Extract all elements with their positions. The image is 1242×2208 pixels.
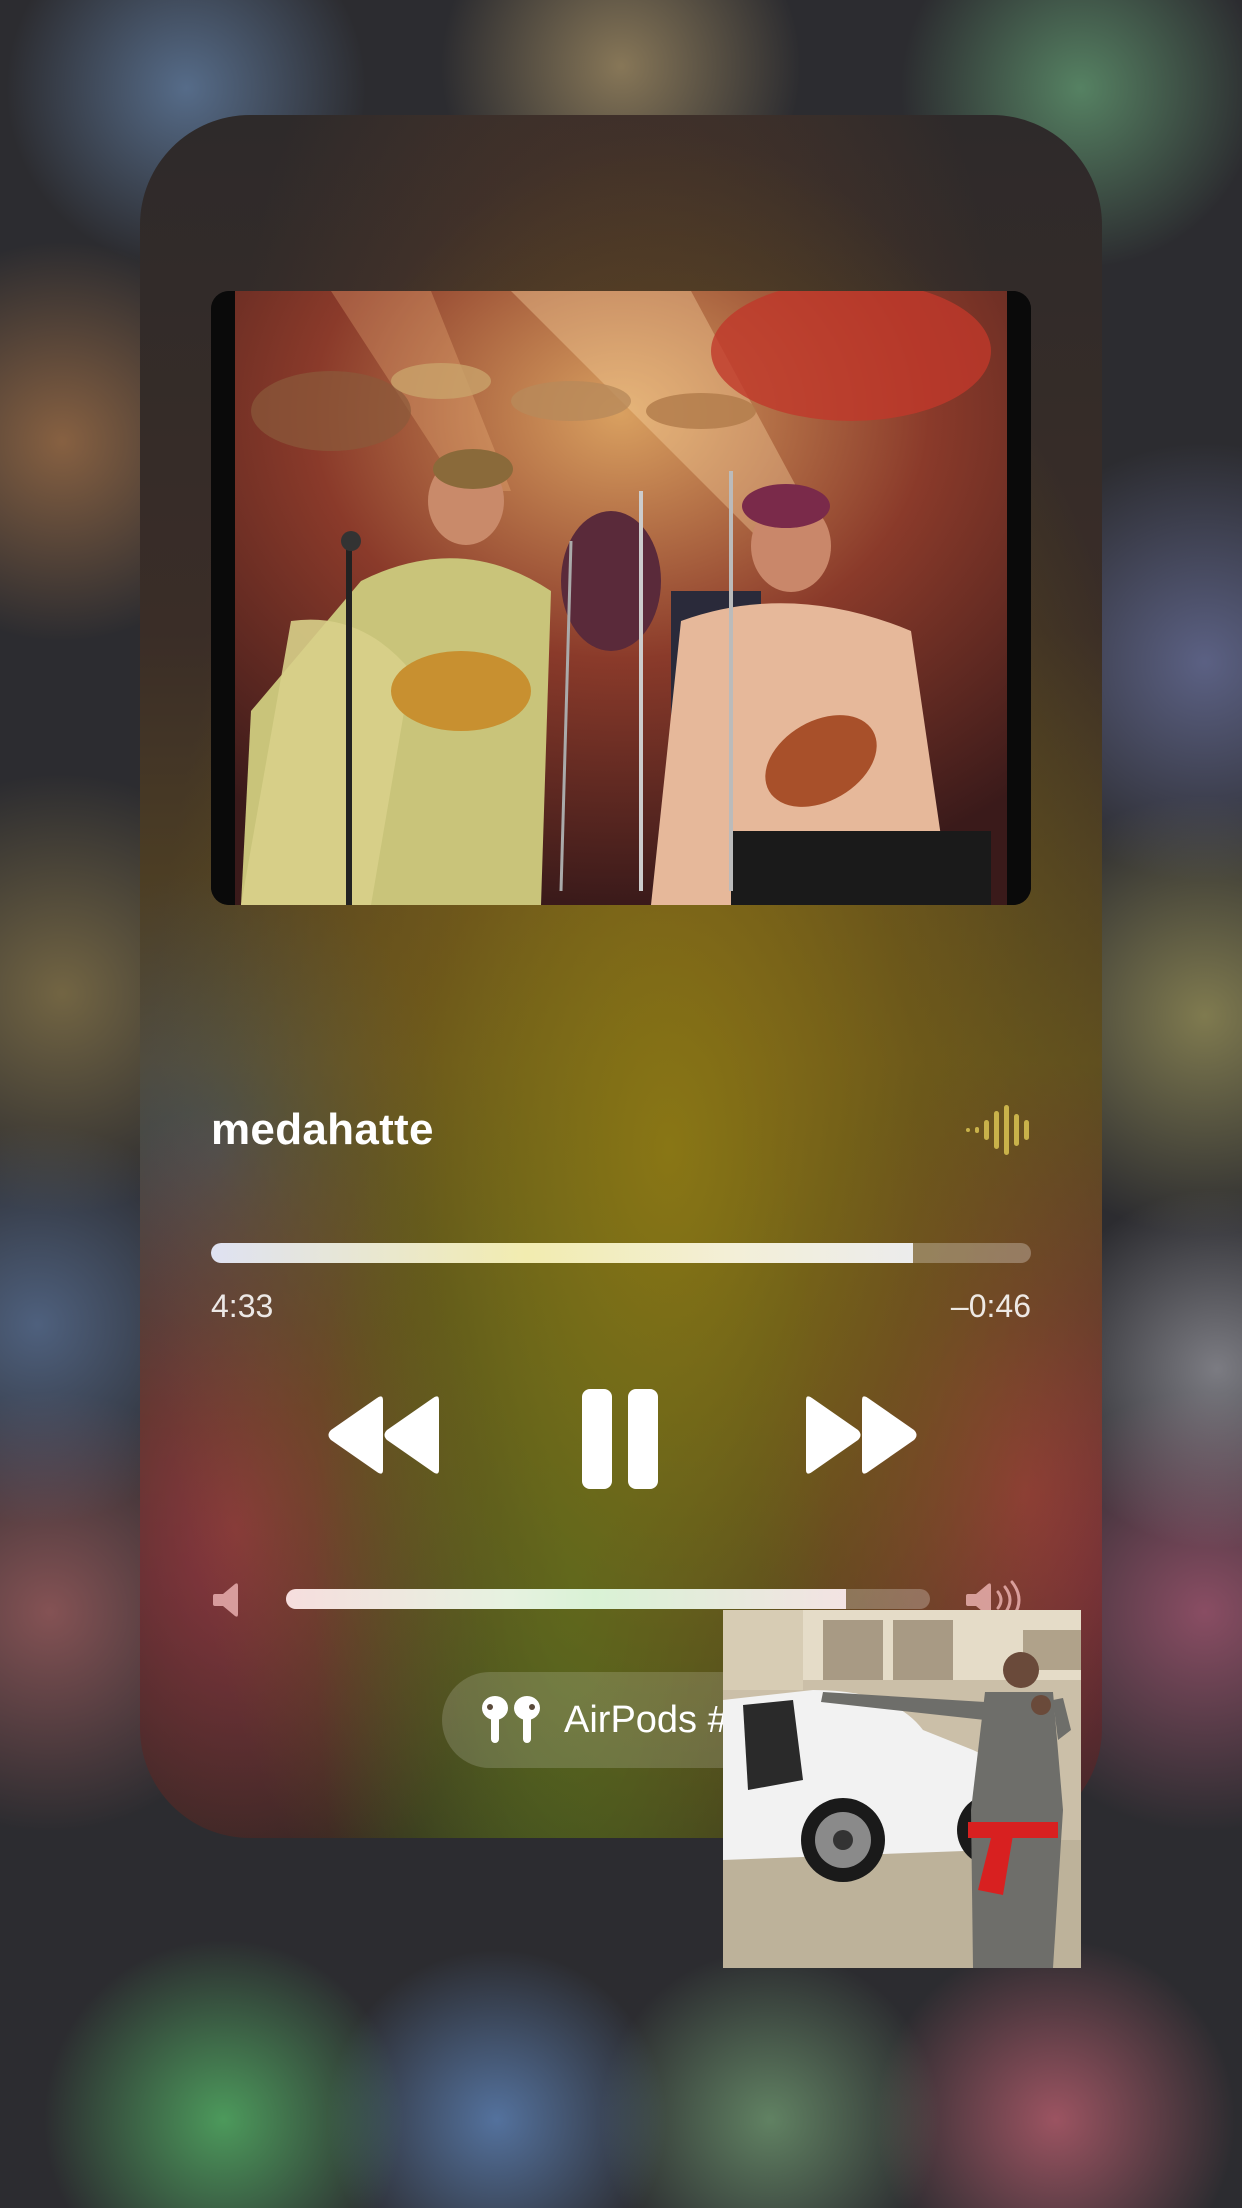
volume-level-fill	[286, 1589, 847, 1609]
pause-button[interactable]	[570, 1375, 670, 1495]
airpods-icon	[482, 1696, 540, 1743]
rewind-icon	[328, 1396, 439, 1474]
playback-progress-fill	[211, 1243, 913, 1263]
now-playing-card: medahatte 4:33 –0:46 AirPods #	[140, 115, 1102, 1838]
picture-in-picture-video[interactable]	[723, 1610, 1081, 1968]
volume-slider[interactable]	[286, 1589, 930, 1609]
remaining-time: –0:46	[950, 1288, 1031, 1324]
rewind-button[interactable]	[325, 1390, 445, 1480]
fast-forward-icon	[806, 1396, 917, 1474]
audio-output-button[interactable]: AirPods #	[442, 1672, 769, 1768]
audio-output-label: AirPods #	[564, 1698, 729, 1741]
audio-waveform-icon[interactable]	[966, 1105, 1032, 1155]
album-artwork	[211, 291, 1031, 905]
speaker-low-icon	[213, 1580, 247, 1620]
fast-forward-button[interactable]	[800, 1390, 920, 1480]
track-title: medahatte	[211, 1105, 434, 1154]
pause-icon	[582, 1389, 658, 1489]
playback-scrubber[interactable]	[211, 1243, 1031, 1263]
elapsed-time: 4:33	[211, 1288, 274, 1324]
